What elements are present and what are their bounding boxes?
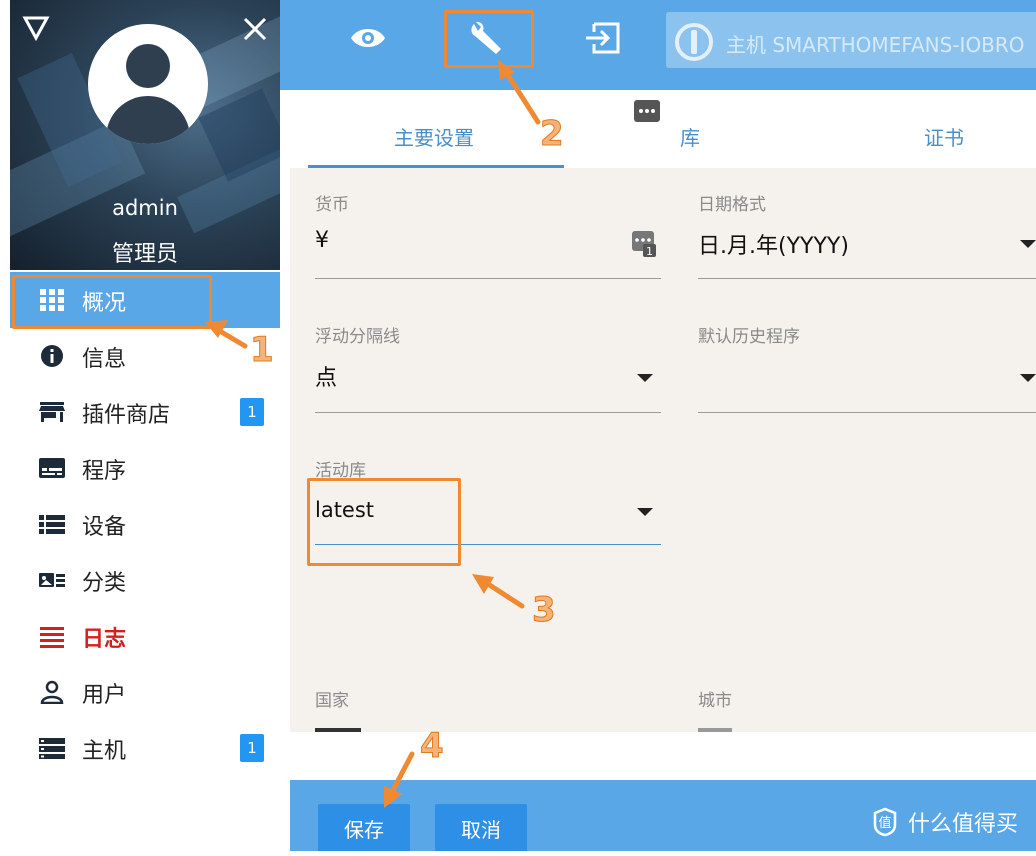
wrench-icon[interactable] [466,20,506,56]
dropdown-arrow-icon[interactable] [1020,374,1036,382]
sidebar-item-store[interactable]: 插件商店 1 [10,384,280,440]
sidebar-item-instances[interactable]: 程序 [10,440,280,496]
user-role: 管理员 [111,242,178,267]
currency-field[interactable]: 货币 ¥ 1 [315,190,661,280]
float-separator-select[interactable]: 浮动分隔线 点 [315,322,661,414]
field-underline [315,412,661,413]
svg-text:值: 值 [878,815,891,831]
avatar-head [126,44,170,88]
field-underline [698,412,1036,413]
field-label: 默认历史程序 [698,327,800,347]
apps-grid-icon [40,289,64,311]
sidebar-item-label: 用户 [82,683,127,708]
float-separator-value[interactable]: 点 [315,360,337,392]
sidebar-item-categories[interactable]: 分类 [10,552,280,608]
save-button[interactable]: 保存 [318,804,410,851]
sidebar-item-label: 分类 [82,571,127,596]
dropdown-arrow-icon[interactable] [637,374,653,382]
avatar-body [106,96,190,144]
sidebar-nav: 概况 信息 插件商店 1 程序 设备 分类 日志 用户 主机 1 [10,272,280,776]
active-tab-indicator [308,165,564,168]
date-format-select[interactable]: 日期格式 日.月.年(YYYY) [698,190,1036,280]
logout-icon[interactable] [582,20,622,56]
iobroker-logo-icon [675,23,713,61]
dropdown-arrow-icon[interactable] [1020,240,1036,248]
date-format-value[interactable]: 日.月.年(YYYY) [698,228,849,260]
user-name: admin [112,196,178,220]
city-value-clipped [698,728,732,732]
info-icon [41,345,63,367]
categories-icon [39,573,65,587]
sidebar-item-users[interactable]: 用户 [10,664,280,720]
field-label: 活动库 [315,461,366,481]
country-value-clipped [315,728,361,732]
field-label: 国家 [315,691,349,711]
sidebar-item-label: 程序 [82,459,127,484]
close-icon[interactable] [242,16,268,42]
tab-certificates[interactable]: 证书 [924,122,964,151]
store-icon [39,402,65,422]
sidebar-item-label: 信息 [82,347,127,372]
sidebar-item-devices[interactable]: 设备 [10,496,280,552]
hosts-icon [39,738,65,759]
sidebar-item-label: 设备 [82,515,127,540]
dropdown-arrow-icon[interactable] [637,508,653,516]
active-repo-value[interactable]: latest [315,498,374,522]
host-name: 主机 SMARTHOMEFANS-IOBRO [726,33,1025,57]
host-indicator: 主机 SMARTHOMEFANS-IOBRO [666,12,1036,68]
avatar [88,24,208,144]
field-label: 城市 [698,691,732,711]
sidebar: admin 管理员 概况 信息 插件商店 1 程序 设备 分类 日志 用户 主机… [0,0,280,851]
svg-text:1: 1 [646,245,653,258]
city-field[interactable]: 城市 [698,686,1036,732]
sidebar-item-hosts[interactable]: 主机 1 [10,720,280,776]
tab-main-settings[interactable]: 主要设置 [394,122,474,151]
instances-icon [39,458,65,478]
user-icon [40,680,64,704]
sidebar-item-label: 插件商店 [82,403,171,428]
more-dots-icon [634,100,660,122]
annotation-number-4: 4 [420,726,445,767]
update-count-badge: 1 [240,398,264,426]
sidebar-item-label: 概况 [82,291,127,316]
log-icon [40,627,64,648]
top-toolbar: 主机 SMARTHOMEFANS-IOBRO [280,0,1036,90]
field-label: 日期格式 [698,195,766,215]
sidebar-item-log[interactable]: 日志 [10,608,280,664]
smzdm-logo-icon: 值 [873,807,897,837]
cancel-button[interactable]: 取消 [435,804,527,851]
profile-header [10,0,280,270]
variable-picker-icon[interactable]: 1 [631,230,657,258]
field-label: 货币 [315,195,349,215]
tab-repositories[interactable]: 库 [680,122,700,151]
sidebar-item-info[interactable]: 信息 [10,328,280,384]
field-underline [315,278,661,279]
field-label: 浮动分隔线 [315,327,400,347]
field-underline [698,278,1036,279]
watermark: 值 什么值得买 [870,806,1018,838]
settings-dialog: 主要设置 库 证书 货币 ¥ 1 日期格式 日.月.年(YYYY) 浮动分隔线 … [290,92,1036,732]
default-history-select[interactable]: 默认历史程序 [698,322,1036,414]
watermark-text: 什么值得买 [908,812,1019,837]
list-icon [39,515,65,534]
settings-tabs: 主要设置 库 证书 [290,92,1036,168]
dialog-footer: 保存 取消 值 什么值得买 [290,780,1036,851]
eye-icon[interactable] [348,20,388,56]
field-underline [315,544,661,545]
sidebar-item-overview[interactable]: 概况 [10,272,280,328]
sidebar-item-label: 主机 [82,739,127,764]
currency-value[interactable]: ¥ [315,228,329,253]
collapse-triangle-icon[interactable] [22,14,50,42]
host-count-badge: 1 [240,734,264,762]
country-field[interactable]: 国家 [315,686,661,732]
active-repo-select[interactable]: 活动库 latest [315,456,661,548]
sidebar-item-label: 日志 [82,627,127,652]
